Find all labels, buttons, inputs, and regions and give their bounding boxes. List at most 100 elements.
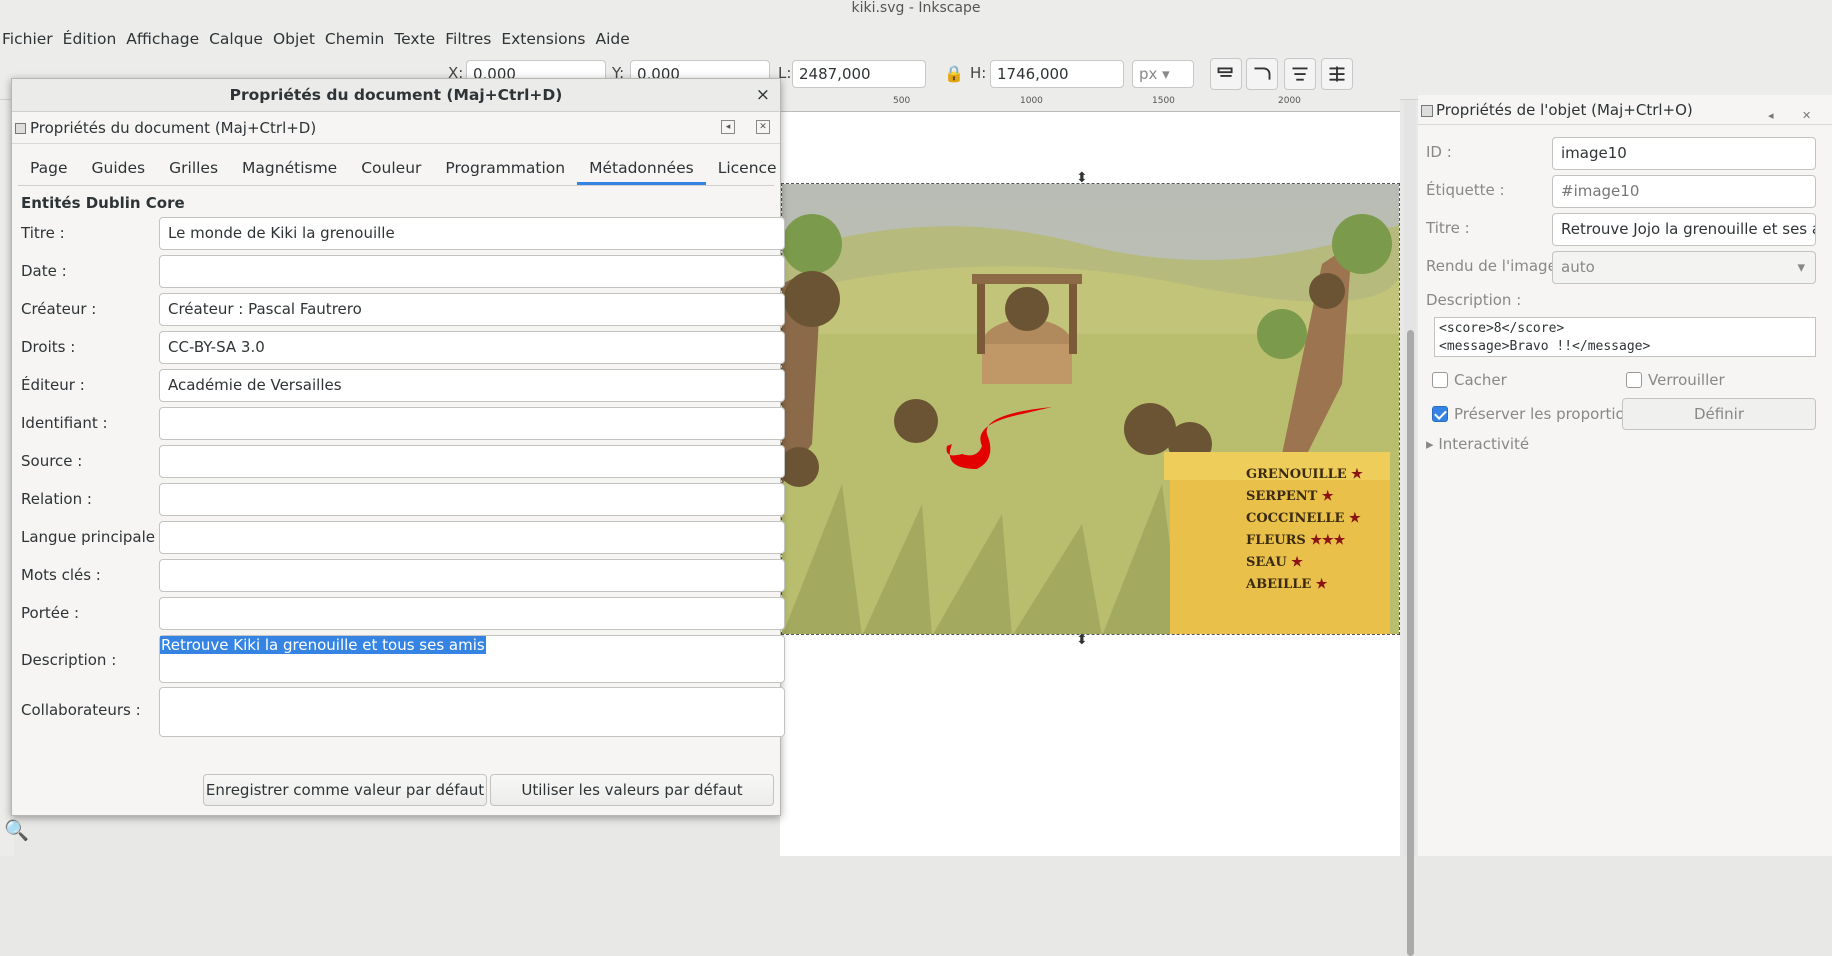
close-panel-icon[interactable]: ✕ (756, 120, 770, 134)
collab-input[interactable] (159, 687, 785, 737)
move-gradients-icon[interactable] (1284, 58, 1316, 90)
tab-couleur[interactable]: Couleur (349, 150, 433, 185)
render-value: auto (1561, 258, 1595, 276)
menu-extensions[interactable]: Extensions (501, 30, 595, 48)
height-label: H: (970, 64, 987, 82)
field-row-description: Description : Retrouve Kiki la grenouill… (21, 635, 785, 683)
move-patterns-icon[interactable] (1321, 58, 1353, 90)
source-input[interactable] (159, 445, 785, 478)
field-row-portee: Portée : (21, 597, 785, 630)
interactivity-expander[interactable]: ▸ Interactivité (1426, 435, 1529, 453)
relation-label: Relation : (21, 490, 92, 508)
field-row-date: Date : (21, 255, 785, 288)
define-button[interactable]: Définir (1622, 398, 1816, 430)
menu-objet[interactable]: Objet (273, 30, 325, 48)
dialog-subtitle: Propriétés du document (Maj+Ctrl+D) (30, 119, 317, 137)
menu-texte[interactable]: Texte (394, 30, 445, 48)
render-label: Rendu de l'image : (1426, 257, 1567, 275)
horizontal-ruler: 500 1000 1500 2000 (780, 96, 1400, 112)
scroll-thumb[interactable] (1407, 330, 1414, 956)
preserve-checkbox[interactable] (1432, 406, 1448, 422)
droits-input[interactable]: CC-BY-SA 3.0 (159, 331, 785, 364)
zoom-tool-icon[interactable]: 🔍 (4, 818, 29, 842)
close-icon[interactable]: × (756, 79, 770, 112)
tab-licence[interactable]: Licence (706, 150, 789, 185)
resize-handle-bottom[interactable]: ⬍ (1076, 632, 1088, 648)
width-field[interactable]: 2487,000 (792, 60, 926, 88)
description-textarea[interactable]: <score>8</score> <message>Bravo !!</mess… (1434, 317, 1816, 357)
identifiant-label: Identifiant : (21, 414, 108, 432)
menu-edition[interactable]: Édition (63, 30, 127, 48)
titre-input[interactable]: Le monde de Kiki la grenouille (159, 217, 785, 250)
description-selected-text: Retrouve Kiki la grenouille et tous ses … (160, 636, 486, 654)
height-field[interactable]: 1746,000 (990, 60, 1124, 88)
lock-checkbox[interactable] (1626, 372, 1642, 388)
dialog-subheader: Propriétés du document (Maj+Ctrl+D) ◂ ✕ (12, 112, 780, 144)
dialog-title: Propriétés du document (Maj+Ctrl+D) (229, 86, 563, 104)
scale-stroke-icon[interactable] (1210, 58, 1242, 90)
tab-magnetisme[interactable]: Magnétisme (230, 150, 349, 185)
star-icon: ★ (1315, 577, 1328, 592)
scale-corners-icon[interactable] (1246, 58, 1278, 90)
section-title: Entités Dublin Core (21, 194, 185, 212)
date-label: Date : (21, 262, 67, 280)
createur-label: Créateur : (21, 300, 97, 318)
mots-cles-label: Mots clés : (21, 566, 101, 584)
description-label: Description : (21, 651, 117, 669)
hide-checkbox[interactable] (1432, 372, 1448, 388)
field-row-identifiant: Identifiant : (21, 407, 785, 440)
save-default-button[interactable]: Enregistrer comme valeur par défaut (203, 774, 487, 806)
description-input[interactable]: Retrouve Kiki la grenouille et tous ses … (159, 635, 785, 683)
titre-label: Titre : (21, 224, 65, 242)
label-label: Étiquette : (1426, 181, 1505, 199)
menu-affichage[interactable]: Affichage (126, 30, 209, 48)
date-input[interactable] (159, 255, 785, 288)
createur-input[interactable]: Créateur : Pascal Fautrero (159, 293, 785, 326)
tab-programmation[interactable]: Programmation (433, 150, 577, 185)
field-row-relation: Relation : (21, 483, 785, 516)
panel-close-icon[interactable]: ✕ (1802, 101, 1811, 131)
menu-calque[interactable]: Calque (209, 30, 273, 48)
tab-bar: Page Guides Grilles Magnétisme Couleur P… (18, 150, 777, 186)
render-select[interactable]: auto ▾ (1552, 251, 1816, 284)
detach-icon[interactable]: ◂ (721, 120, 735, 134)
identifiant-input[interactable] (159, 407, 785, 440)
langue-input[interactable] (159, 521, 785, 554)
menu-chemin[interactable]: Chemin (325, 30, 394, 48)
lock-ratio-icon[interactable]: 🔒 (944, 64, 964, 83)
unit-value: px (1139, 65, 1158, 83)
desc-line: <score>8</score> (1439, 321, 1565, 336)
tab-grilles[interactable]: Grilles (157, 150, 230, 185)
use-default-button[interactable]: Utiliser les valeurs par défaut (490, 774, 774, 806)
tab-page[interactable]: Page (18, 150, 80, 185)
panel-icon (1421, 105, 1433, 117)
menu-filtres[interactable]: Filtres (445, 30, 501, 48)
object-properties-panel: Propriétés de l'objet (Maj+Ctrl+O) ◂ ✕ I… (1418, 95, 1832, 856)
tab-guides[interactable]: Guides (80, 150, 158, 185)
portee-input[interactable] (159, 597, 785, 630)
droits-label: Droits : (21, 338, 76, 356)
mots-cles-input[interactable] (159, 559, 785, 592)
tab-metadonnees[interactable]: Métadonnées (577, 150, 706, 185)
menu-fichier[interactable]: Fichier (0, 30, 63, 48)
field-row-createur: Créateur : Créateur : Pascal Fautrero (21, 293, 785, 326)
label-field[interactable]: #image10 (1552, 175, 1816, 208)
menu-aide[interactable]: Aide (596, 30, 640, 48)
id-field[interactable]: image10 (1552, 137, 1816, 170)
vertical-scrollbar[interactable] (1404, 100, 1416, 956)
editeur-input[interactable]: Académie de Versailles (159, 369, 785, 402)
document-properties-dialog: Propriétés du document (Maj+Ctrl+D) × Pr… (11, 78, 785, 816)
sign-row: COCCINELLE ★ (1246, 511, 1361, 526)
panel-detach-icon[interactable]: ◂ (1768, 101, 1774, 131)
field-row-mots-cles: Mots clés : (21, 559, 785, 592)
relation-input[interactable] (159, 483, 785, 516)
menubar: Fichier Édition Affichage Calque Objet C… (0, 18, 1832, 60)
resize-handle-top[interactable]: ⬍ (1076, 170, 1088, 186)
field-row-titre: Titre : Le monde de Kiki la grenouille (21, 217, 785, 250)
title-field[interactable]: Retrouve Jojo la grenouille et ses amis (1552, 213, 1816, 246)
source-label: Source : (21, 452, 83, 470)
score-sign: GRENOUILLE ★ SERPENT ★ COCCINELLE ★ FLEU… (1246, 464, 1386, 596)
panel-title: Propriétés de l'objet (Maj+Ctrl+O) (1436, 101, 1693, 119)
scene-image[interactable]: GRENOUILLE ★ SERPENT ★ COCCINELLE ★ FLEU… (781, 183, 1400, 635)
unit-select[interactable]: px ▾ (1132, 60, 1194, 88)
